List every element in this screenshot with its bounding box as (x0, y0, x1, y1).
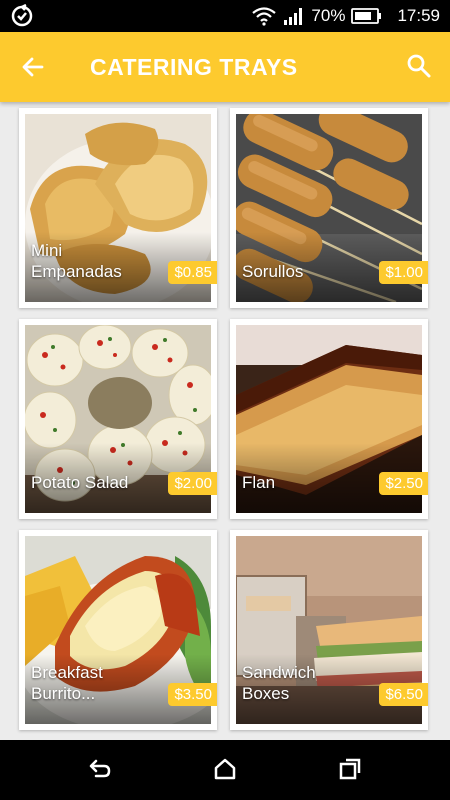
product-name: Mini Empanadas (31, 241, 122, 281)
product-name: Breakfast Burrito... (31, 663, 103, 703)
signal-icon (284, 8, 303, 25)
status-bar: 70% 17:59 (0, 0, 450, 32)
clock: 17:59 (397, 6, 440, 25)
product-name: Flan (242, 473, 276, 492)
sync-icon (11, 4, 33, 27)
product-grid: Mini Empanadas $0.85 Sorullos $1.00 Pota… (0, 102, 450, 740)
arrow-left-icon[interactable] (20, 54, 46, 80)
home-icon[interactable] (213, 758, 237, 780)
price-badge: $1.00 (379, 261, 428, 284)
product-card-breakfast-burrito[interactable]: Breakfast Burrito... $3.50 (19, 530, 217, 730)
product-card-potato-salad[interactable]: Potato Salad $2.00 (19, 319, 217, 519)
product-name: Sorullos (242, 262, 304, 281)
product-name: Sandwich Boxes (242, 663, 316, 703)
app-bar: CATERING TRAYS (0, 32, 450, 102)
product-name: Potato Salad (31, 473, 129, 492)
price-badge: $6.50 (379, 683, 428, 706)
product-card-sorullos[interactable]: Sorullos $1.00 (230, 108, 428, 308)
price-badge: $0.85 (168, 261, 217, 284)
product-card-mini-empanadas[interactable]: Mini Empanadas $0.85 (19, 108, 217, 308)
back-nav-icon[interactable] (88, 758, 112, 780)
battery-icon (351, 8, 382, 24)
page-title: CATERING TRAYS (90, 54, 298, 80)
search-icon[interactable] (406, 53, 432, 79)
product-card-sandwich-boxes[interactable]: Sandwich Boxes $6.50 (230, 530, 428, 730)
price-badge: $2.50 (379, 472, 428, 495)
navigation-bar (0, 740, 450, 800)
battery-percent: 70% (311, 6, 346, 25)
product-card-flan[interactable]: Flan $2.50 (230, 319, 428, 519)
price-badge: $3.50 (168, 683, 217, 706)
price-badge: $2.00 (168, 472, 217, 495)
recent-apps-icon[interactable] (338, 758, 362, 780)
wifi-icon (252, 7, 277, 26)
